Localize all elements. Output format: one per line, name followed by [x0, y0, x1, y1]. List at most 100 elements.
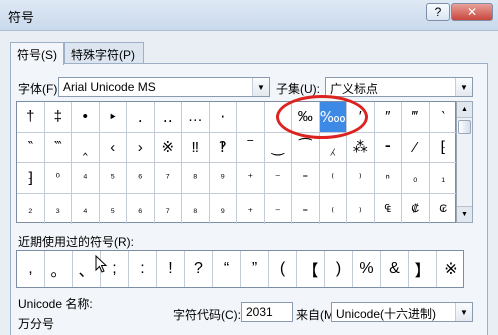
symbol-cell[interactable]: ‣ [99, 102, 127, 133]
chevron-down-icon[interactable]: ▼ [252, 78, 269, 96]
symbol-cell[interactable]: ⁿ [374, 163, 402, 194]
symbol-cell[interactable]: ₢ [430, 194, 458, 225]
recent-symbol-cell[interactable]: ) [325, 251, 353, 287]
scroll-up-icon[interactable]: ▲ [457, 102, 472, 118]
symbol-cell[interactable]: ‡ [44, 102, 72, 133]
chevron-down-icon[interactable]: ▼ [455, 303, 472, 321]
symbol-cell[interactable]: ⁁ [319, 132, 347, 163]
symbol-cell[interactable] [264, 102, 292, 133]
from-select[interactable]: Unicode(十六进制) ▼ [331, 302, 473, 322]
symbol-cell[interactable]: ₌ [292, 193, 320, 224]
symbol-cell[interactable]: ⁺ [237, 163, 265, 194]
recent-symbol-cell[interactable]: , [17, 251, 45, 287]
symbol-cell[interactable]: ‴ [402, 102, 430, 133]
symbol-cell[interactable]: ‥ [154, 102, 182, 133]
symbol-cell[interactable]: † [17, 102, 45, 133]
symbol-cell[interactable]: ₂ [17, 193, 45, 224]
recent-symbol-cell[interactable]: 】 [409, 251, 437, 287]
symbol-cell[interactable]: ₆ [127, 193, 155, 224]
symbol-cell[interactable]: ‰ [292, 102, 320, 133]
recent-symbol-cell[interactable]: ( [269, 251, 297, 287]
symbol-cell[interactable]: ‶ [17, 132, 45, 163]
symbol-cell[interactable]: ‿ [264, 132, 292, 163]
symbol-cell[interactable]: ⁂ [347, 132, 375, 163]
unicode-name-value: 万分号 [18, 317, 55, 331]
symbol-cell[interactable]: ₠ [375, 193, 402, 224]
symbol-cell[interactable]: • [72, 102, 100, 133]
recent-symbol-cell[interactable]: : [129, 251, 157, 287]
symbol-cell[interactable]: ‧ [209, 102, 237, 133]
symbol-cell[interactable]: … [182, 102, 210, 133]
recent-symbol-cell[interactable]: ? [185, 251, 213, 287]
symbol-cell[interactable]: ₃ [45, 193, 72, 224]
recent-symbol-cell[interactable]: 。 [45, 251, 73, 287]
symbol-cell[interactable]: ₇ [155, 193, 182, 224]
tab-special-characters[interactable]: 特殊字符(P) [64, 42, 144, 64]
tab-symbols[interactable]: 符号(S) [10, 42, 64, 65]
symbol-cell[interactable]: ⁷ [154, 163, 182, 194]
symbol-cell[interactable]: ′ [347, 102, 375, 133]
symbol-cell[interactable]: ″ [374, 102, 402, 133]
symbol-cell[interactable]: ‽ [209, 132, 237, 163]
symbol-cell[interactable]: ⁵ [99, 163, 127, 194]
symbol-cell[interactable]: ₈ [182, 193, 210, 224]
symbol-cell[interactable]: ₁ [429, 163, 457, 194]
symbol-cell[interactable]: ⁼ [292, 163, 320, 194]
close-button[interactable]: ✕ [451, 3, 493, 21]
symbol-cell[interactable]: ⁻ [264, 163, 292, 194]
symbol-cell[interactable]: ⁄ [402, 132, 430, 163]
scroll-down-icon[interactable]: ▼ [457, 206, 472, 222]
symbol-cell[interactable]: ⁸ [182, 163, 210, 194]
recent-symbols-grid: ,。、;:!? “”(【)% &】 ※ [16, 250, 464, 288]
symbol-cell[interactable]: ₊ [237, 193, 265, 224]
symbol-cell[interactable]: ⁀ [292, 132, 320, 163]
subset-select-value: 广义标点 [330, 82, 379, 96]
recent-symbol-cell[interactable]: ” [241, 251, 269, 287]
symbol-cell[interactable]: ⁽ [319, 163, 347, 194]
symbol-cell[interactable]: ‸ [72, 132, 100, 163]
symbol-cell[interactable]: ‾ [237, 132, 265, 163]
symbol-cell[interactable]: ₅ [100, 193, 127, 224]
symbol-cell[interactable]: ⁃ [374, 132, 402, 163]
symbol-cell[interactable]: ⁴ [72, 163, 100, 194]
char-code-label: 字符代码(C): [173, 308, 241, 322]
recent-symbol-cell[interactable]: ! [157, 251, 185, 287]
recent-symbol-cell[interactable]: “ [213, 251, 241, 287]
recent-symbols-label: 近期使用过的符号(R): [18, 235, 134, 249]
recent-symbol-cell[interactable]: % [353, 251, 381, 287]
font-select[interactable]: Arial Unicode MS ▼ [58, 77, 270, 97]
symbol-grid-scrollbar[interactable]: ▲ ▼ [456, 101, 473, 223]
symbol-cell[interactable]: › [127, 132, 155, 163]
symbol-cell[interactable]: ₄ [72, 193, 100, 224]
symbol-cell[interactable]: ₋ [265, 193, 292, 224]
symbol-cell[interactable]: ⁆ [17, 163, 45, 194]
symbol-cell[interactable]: ⁾ [347, 163, 375, 194]
symbol-cell[interactable]: ₍ [320, 193, 347, 224]
symbol-cell[interactable]: ⁹ [209, 163, 237, 194]
symbol-cell[interactable]: ※ [154, 132, 182, 163]
symbol-cell[interactable]: ‷ [44, 132, 72, 163]
symbol-cell[interactable]: ‵ [429, 102, 457, 133]
chevron-down-icon[interactable]: ▼ [455, 78, 472, 96]
recent-symbol-cell[interactable]: & [381, 251, 409, 287]
symbol-cell[interactable]: ₎ [347, 193, 375, 224]
scroll-thumb[interactable] [458, 120, 471, 134]
subset-select[interactable]: 广义标点 ▼ [325, 77, 473, 97]
symbol-cell[interactable]: ₀ [402, 163, 430, 194]
symbol-cell[interactable]: ․ [127, 102, 155, 133]
symbol-cell[interactable]: ‼ [182, 132, 210, 163]
recent-symbol-cell[interactable]: ※ [437, 251, 465, 287]
symbol-cell[interactable]: ‹ [99, 132, 127, 163]
help-button[interactable]: ? [426, 3, 450, 21]
symbol-cell[interactable]: ‱ [319, 102, 347, 133]
symbol-cell[interactable]: ₉ [210, 193, 237, 224]
symbol-cell[interactable]: ₡ [402, 193, 430, 224]
symbol-cell[interactable]: ⁅ [429, 133, 457, 163]
title-bar: 符号 ? ✕ [0, 0, 498, 31]
recent-symbol-cell[interactable]: 【 [297, 251, 325, 287]
char-code-input[interactable]: 2031 [241, 302, 293, 322]
symbol-cell[interactable]: ⁰ [44, 163, 72, 194]
symbol-cell[interactable]: ⁶ [127, 163, 155, 194]
symbol-cell[interactable] [237, 102, 265, 133]
symbol-grid: † ‡ • ‣ ․ ‥… ‧ ‰ ‱ ′ ″ ‴ ‵ ‶ ‷ ‸ ‹ › ※ ‼ ‽ ‾ ‿ ⁀ ⁁ ⁂ ⁃ ⁄ ⁅ ⁆ ⁰ ⁴ ⁵ ⁶ ⁷ ⁸ ⁹ ⁺ ⁻… [16, 101, 458, 225]
